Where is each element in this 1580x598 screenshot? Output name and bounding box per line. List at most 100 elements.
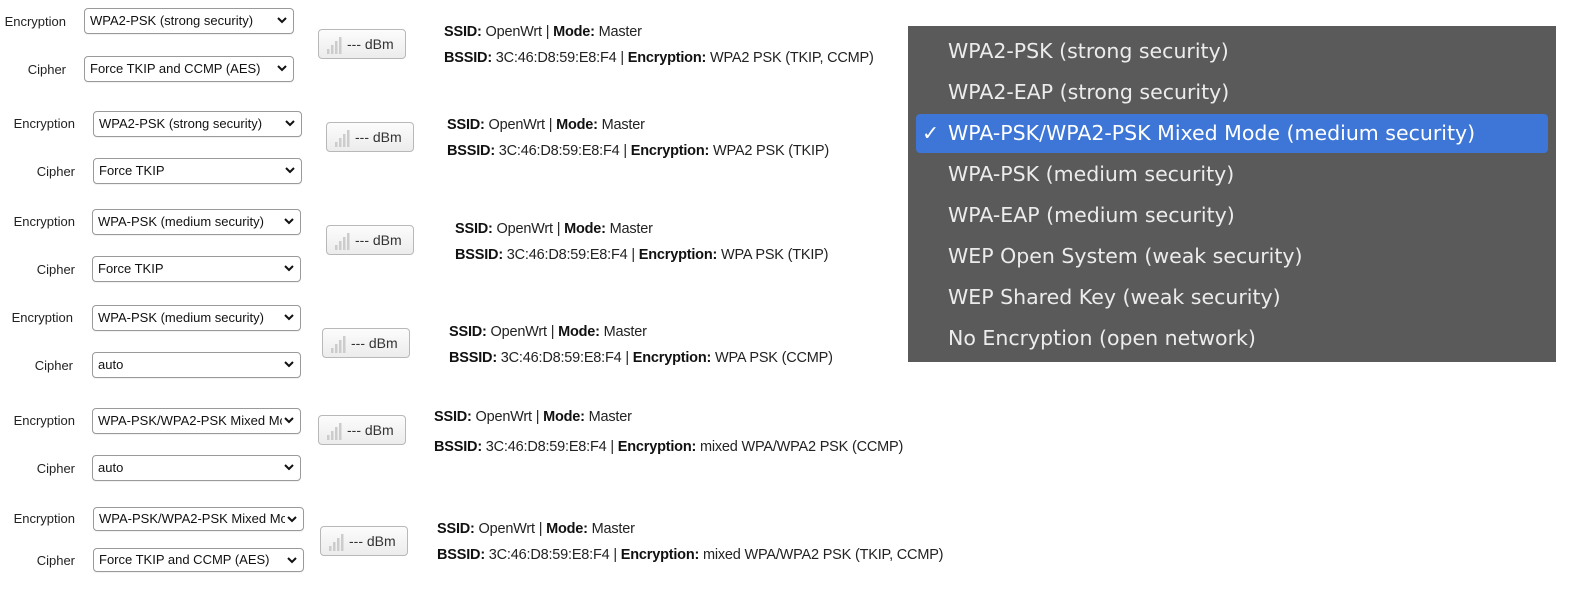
bssid-value: 3C:46:D8:59:E8:F4	[506, 247, 628, 263]
mode-label: Mode:	[564, 221, 606, 237]
cipher-select-value: auto	[98, 460, 124, 475]
cipher-label: Cipher	[36, 164, 75, 179]
dropdown-option[interactable]: WEP Shared Key (weak security)	[916, 278, 1548, 317]
ssid-label: SSID:	[455, 221, 493, 237]
mode-value: Master	[603, 324, 647, 340]
ssid-value: OpenWrt	[496, 221, 554, 237]
signal-bars-icon	[335, 232, 351, 253]
signal-value: --- dBm	[355, 232, 402, 248]
signal-bars-icon	[327, 36, 343, 57]
network-info: SSID: OpenWrt | Mode: Master BSSID: 3C:4…	[447, 117, 829, 159]
signal-value: --- dBm	[347, 36, 394, 52]
bssid-value: 3C:46:D8:59:E8:F4	[485, 439, 607, 455]
dropdown-option-label: WPA-PSK (medium security)	[948, 162, 1235, 186]
signal-bars-icon	[335, 129, 351, 150]
signal-bars-icon	[331, 335, 347, 356]
cipher-select-value: Force TKIP and CCMP (AES)	[99, 552, 270, 567]
mode-value: Master	[601, 117, 645, 133]
dropdown-option-selected[interactable]: ✓ WPA-PSK/WPA2-PSK Mixed Mode (medium se…	[916, 114, 1548, 153]
ssid-label: SSID:	[434, 409, 472, 425]
cipher-label: Cipher	[36, 461, 75, 476]
ssid-value: OpenWrt	[478, 521, 536, 537]
encryption-select[interactable]: WPA2-PSK (strong security)	[84, 8, 294, 34]
cipher-select[interactable]: Force TKIP	[93, 158, 302, 184]
dropdown-option-label: WPA-PSK/WPA2-PSK Mixed Mode (medium secu…	[948, 121, 1476, 145]
signal-value: --- dBm	[347, 422, 394, 438]
encryption-info-value: mixed WPA/WPA2 PSK (TKIP, CCMP)	[702, 547, 944, 563]
encryption-label: Encryption	[4, 14, 66, 29]
encryption-select-value: WPA-PSK/WPA2-PSK Mixed Mc	[99, 511, 288, 526]
cipher-select-value: Force TKIP and CCMP (AES)	[90, 61, 261, 76]
mode-label: Mode:	[546, 521, 588, 537]
cipher-select[interactable]: auto	[92, 455, 301, 481]
ssid-label: SSID:	[447, 117, 485, 133]
cipher-select-value: Force TKIP	[99, 163, 165, 178]
network-info: SSID: OpenWrt | Mode: Master BSSID: 3C:4…	[444, 24, 874, 66]
dropdown-option[interactable]: WPA-EAP (medium security)	[916, 196, 1548, 235]
encryption-info-value: WPA PSK (TKIP)	[720, 247, 829, 263]
dropdown-option[interactable]: WEP Open System (weak security)	[916, 237, 1548, 276]
encryption-info-value: WPA2 PSK (TKIP, CCMP)	[709, 50, 874, 66]
signal-indicator: --- dBm	[318, 29, 406, 59]
signal-indicator: --- dBm	[320, 526, 408, 556]
signal-indicator: --- dBm	[326, 225, 414, 255]
ssid-value: OpenWrt	[488, 117, 546, 133]
cipher-select[interactable]: Force TKIP and CCMP (AES)	[84, 56, 294, 82]
chevron-down-icon	[282, 257, 296, 281]
chevron-down-icon	[283, 159, 297, 183]
chevron-down-icon	[282, 210, 296, 234]
encryption-info-value: mixed WPA/WPA2 PSK (CCMP)	[699, 439, 904, 455]
mode-value: Master	[591, 521, 635, 537]
encryption-label: Encryption	[11, 310, 73, 325]
dropdown-option-label: No Encryption (open network)	[948, 326, 1256, 350]
signal-bars-icon	[327, 422, 343, 443]
chevron-down-icon	[283, 112, 297, 136]
cipher-select[interactable]: auto	[92, 352, 301, 378]
signal-indicator: --- dBm	[326, 122, 414, 152]
signal-value: --- dBm	[349, 533, 396, 549]
mode-label: Mode:	[553, 24, 595, 40]
bssid-value: 3C:46:D8:59:E8:F4	[498, 143, 620, 159]
ssid-label: SSID:	[449, 324, 487, 340]
encryption-select[interactable]: WPA-PSK/WPA2-PSK Mixed Mc	[92, 408, 301, 434]
cipher-select-value: auto	[98, 357, 124, 372]
network-info: SSID: OpenWrt | Mode: Master BSSID: 3C:4…	[455, 221, 829, 263]
mode-label: Mode:	[558, 324, 600, 340]
cipher-select[interactable]: Force TKIP	[92, 256, 301, 282]
ssid-value: OpenWrt	[490, 324, 548, 340]
chevron-down-icon	[282, 353, 296, 377]
cipher-label: Cipher	[36, 262, 75, 277]
chevron-down-icon	[285, 549, 299, 571]
encryption-select-value: WPA-PSK (medium security)	[98, 214, 264, 229]
bssid-label: BSSID:	[449, 350, 497, 366]
encryption-select[interactable]: WPA-PSK/WPA2-PSK Mixed Mc	[93, 507, 304, 531]
bssid-value: 3C:46:D8:59:E8:F4	[500, 350, 622, 366]
bssid-label: BSSID:	[447, 143, 495, 159]
dropdown-option[interactable]: No Encryption (open network)	[916, 319, 1548, 358]
encryption-select-value: WPA2-PSK (strong security)	[99, 116, 263, 131]
network-info: SSID: OpenWrt | Mode: Master BSSID: 3C:4…	[434, 409, 904, 455]
encryption-select[interactable]: WPA-PSK (medium security)	[92, 209, 301, 235]
ssid-label: SSID:	[444, 24, 482, 40]
encryption-select[interactable]: WPA2-PSK (strong security)	[93, 111, 302, 137]
dropdown-option[interactable]: WPA-PSK (medium security)	[916, 155, 1548, 194]
ssid-value: OpenWrt	[485, 24, 543, 40]
checkmark-icon: ✓	[922, 121, 940, 145]
dropdown-option[interactable]: WPA2-PSK (strong security)	[916, 32, 1548, 71]
encryption-info-value: WPA PSK (CCMP)	[714, 350, 833, 366]
bssid-value: 3C:46:D8:59:E8:F4	[488, 547, 610, 563]
signal-value: --- dBm	[351, 335, 398, 351]
bssid-label: BSSID:	[437, 547, 485, 563]
encryption-info-label: Encryption:	[630, 143, 710, 159]
dropdown-option-label: WEP Shared Key (weak security)	[948, 285, 1281, 309]
bssid-label: BSSID:	[444, 50, 492, 66]
mode-label: Mode:	[543, 409, 585, 425]
chevron-down-icon	[275, 9, 289, 33]
encryption-info-label: Encryption:	[627, 50, 707, 66]
dropdown-option[interactable]: WPA2-EAP (strong security)	[916, 73, 1548, 112]
encryption-select-value: WPA-PSK/WPA2-PSK Mixed Mc	[98, 413, 287, 428]
dropdown-option-label: WPA2-EAP (strong security)	[948, 80, 1230, 104]
encryption-select[interactable]: WPA-PSK (medium security)	[92, 305, 301, 331]
cipher-select[interactable]: Force TKIP and CCMP (AES)	[93, 548, 304, 572]
encryption-select-value: WPA2-PSK (strong security)	[90, 13, 254, 28]
